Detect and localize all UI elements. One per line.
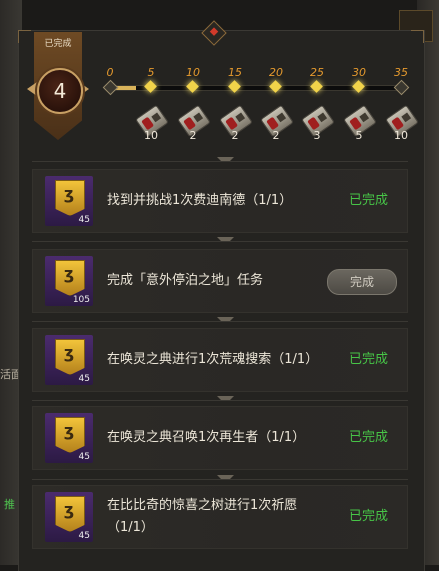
task-icon-number: 45: [78, 531, 90, 541]
task-row: ʒ 45 在比比奇的惊喜之树进行1次祈愿（1/1） 已完成: [32, 485, 408, 549]
divider-ornament-icon: [217, 475, 234, 483]
task-row: ʒ 45 找到并挑战1次费迪南德（1/1） 已完成: [32, 169, 408, 233]
divider-ornament-icon: [217, 157, 234, 165]
divider-ornament-icon: [217, 396, 234, 404]
task-description: 在唤灵之典召唤1次再生者（1/1）: [107, 430, 306, 445]
task-icon-number: 45: [78, 374, 90, 384]
flag-icon[interactable]: ʒ 45: [45, 335, 93, 385]
milestone-label: 20: [269, 66, 283, 79]
flag-glyph-icon: ʒ: [63, 343, 75, 362]
complete-button[interactable]: 完成: [327, 269, 397, 295]
milestone-label: 25: [310, 66, 324, 79]
reward-count: 5: [355, 129, 363, 142]
panel-corner-left: [18, 30, 31, 43]
reward-count: 2: [272, 129, 280, 142]
task-row: ʒ 45 在唤灵之典召唤1次再生者（1/1） 已完成: [32, 406, 408, 470]
milestone-label: 35: [394, 66, 408, 79]
milestone-label: 15: [228, 66, 242, 79]
milestone-label: 30: [352, 66, 366, 79]
task-icon-number: 105: [72, 295, 90, 305]
reward-count: 10: [394, 129, 408, 142]
divider-ornament-icon: [217, 237, 234, 245]
flag-glyph-icon: ʒ: [63, 500, 75, 519]
milestone-label: 10: [186, 66, 200, 79]
milestone-label: 5: [147, 66, 155, 79]
status-completed: 已完成: [349, 509, 389, 524]
flag-glyph-icon: ʒ: [63, 421, 75, 440]
flag-icon[interactable]: ʒ 105: [45, 256, 93, 306]
reward-count: 2: [231, 129, 239, 142]
completed-count: 4: [53, 79, 67, 103]
status-completed: 已完成: [349, 352, 389, 367]
flag-glyph-icon: ʒ: [63, 264, 75, 283]
reward-count: 3: [313, 129, 321, 142]
flag-icon[interactable]: ʒ 45: [45, 176, 93, 226]
flag-icon[interactable]: ʒ 45: [45, 492, 93, 542]
task-row: ʒ 105 完成「意外停泊之地」任务 完成: [32, 249, 408, 313]
reward-count: 10: [144, 129, 158, 142]
milestone-label: 0: [106, 66, 114, 79]
panel-corner-right: [411, 30, 424, 43]
task-row: ʒ 45 在唤灵之典进行1次荒魂搜索（1/1） 已完成: [32, 328, 408, 392]
task-icon-number: 45: [78, 452, 90, 462]
status-completed: 已完成: [349, 430, 389, 445]
flag-glyph-icon: ʒ: [63, 184, 75, 203]
reward-count: 2: [189, 129, 197, 142]
task-icon-number: 45: [78, 215, 90, 225]
divider-ornament-icon: [217, 317, 234, 325]
flag-icon[interactable]: ʒ 45: [45, 413, 93, 463]
task-description: 在唤灵之典进行1次荒魂搜索（1/1）: [107, 352, 319, 367]
task-description: 找到并挑战1次费迪南德（1/1）: [107, 193, 293, 208]
side-green-text: 推: [4, 498, 15, 511]
banner-label: 已完成: [44, 39, 72, 49]
task-description: 在比比奇的惊喜之树进行1次祈愿（1/1）: [107, 498, 298, 535]
task-description: 完成「意外停泊之地」任务: [107, 273, 264, 288]
status-completed: 已完成: [349, 193, 389, 208]
